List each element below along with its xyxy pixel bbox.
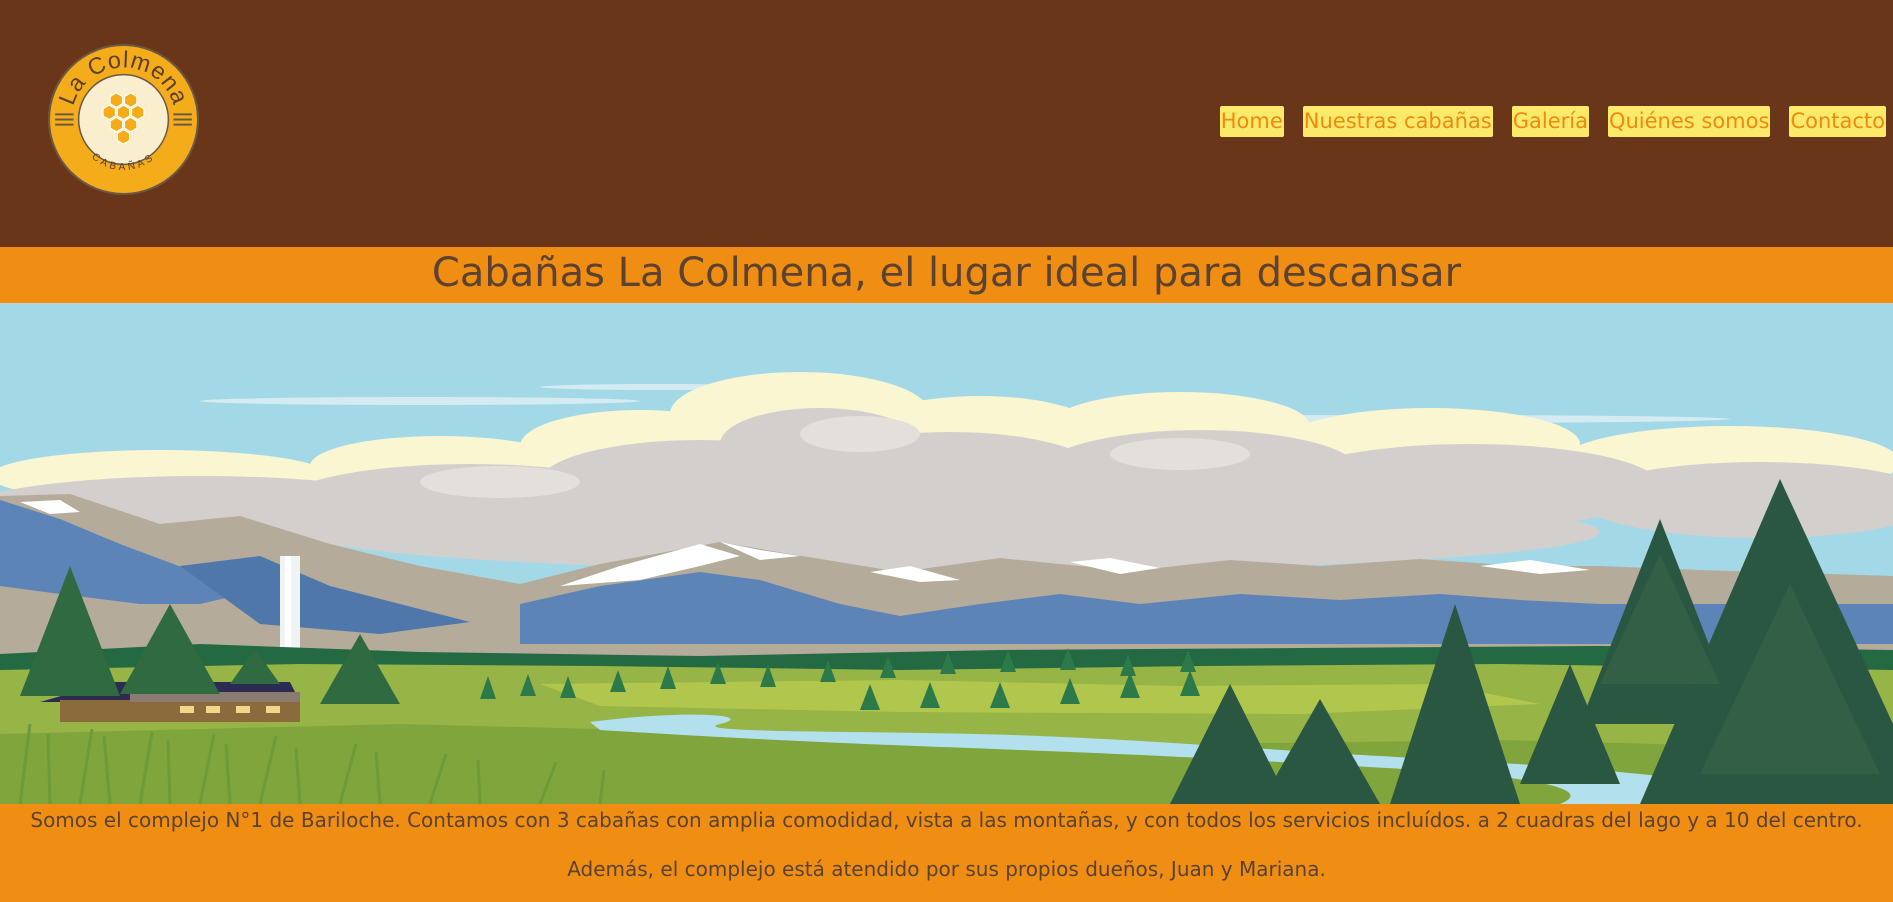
la-colmena-logo[interactable]: La Colmena CABAÑAS: [47, 43, 200, 196]
site-header: La Colmena CABAÑAS Home Nuestras cabañas…: [0, 0, 1893, 247]
nav-nuestras-cabanas[interactable]: Nuestras cabañas: [1302, 106, 1493, 137]
page-title: Cabañas La Colmena, el lugar ideal para …: [431, 250, 1462, 296]
title-banner: Cabañas La Colmena, el lugar ideal para …: [0, 247, 1893, 304]
description-paragraph-1: Somos el complejo N°1 de Bariloche. Cont…: [30, 808, 1863, 832]
nav-home[interactable]: Home: [1219, 106, 1284, 137]
nav-quienes-somos[interactable]: Quiénes somos: [1607, 106, 1771, 137]
nav-contacto[interactable]: Contacto: [1789, 106, 1886, 137]
description: Somos el complejo N°1 de Bariloche. Cont…: [0, 804, 1893, 883]
nav-galeria[interactable]: Galería: [1511, 106, 1589, 137]
description-paragraph-2: Además, el complejo está atendido por su…: [567, 857, 1326, 881]
main-nav: Home Nuestras cabañas Galería Quiénes so…: [1219, 106, 1886, 137]
landscape-illustration: [0, 304, 1893, 804]
